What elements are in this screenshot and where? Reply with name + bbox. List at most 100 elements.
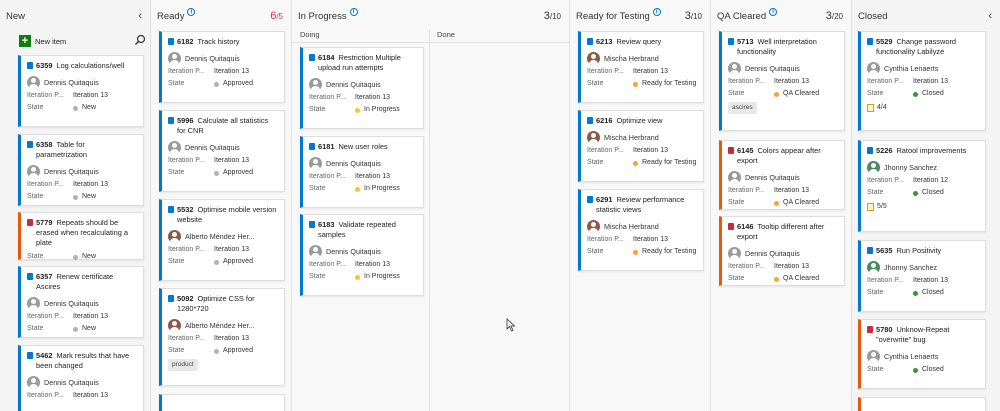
column-header-closed: Closed ‹ [858,10,992,22]
column-header-ready-for-testing: Ready for Testing i 3/10 [576,8,702,22]
card-6291[interactable]: 6291 Review performance statistic views M… [578,189,704,271]
avatar [168,52,181,65]
user-story-icon [587,117,593,124]
card-5996[interactable]: 5996 Calculate all statistics for CNR Den… [159,110,285,192]
chevron-left-icon[interactable]: ‹ [138,10,142,22]
search-icon[interactable] [134,34,146,46]
column-in-progress: In Progress i 3/10 Doing Done 6184 Restric… [292,0,569,411]
avatar [309,157,322,170]
task-count[interactable]: 5/5 [867,202,979,212]
user-story-icon [27,352,33,359]
state-dot [355,186,360,192]
card-5226[interactable]: 5226 Ratool improvements Jhonny Sanchez I… [858,140,986,232]
info-icon[interactable]: i [349,8,358,16]
user-story-icon [867,247,873,254]
column-header-new: New ‹ [0,0,150,32]
card-6216[interactable]: 6216 Optimize view Mischa Herbrand Iterat… [578,110,704,182]
card-partial[interactable] [858,397,986,411]
avatar [27,165,40,178]
user-story-icon [168,206,174,213]
bug-icon [728,147,734,154]
column-closed: Closed ‹ 5529 Change password functionali… [852,0,1000,411]
avatar [587,220,600,233]
info-icon[interactable]: i [187,8,196,16]
card-5529[interactable]: 5529 Change password functionality Labily… [858,31,986,131]
card-5713[interactable]: 5713 Well interpretation functionality De… [719,31,845,131]
kanban-board: New ‹ + New item 6359 Log calculations/we… [0,0,1000,411]
tasks-icon [867,203,874,211]
avatar [867,161,880,174]
state-dot [355,274,360,280]
tag[interactable]: ascires [728,102,757,114]
column-ready-for-testing: Ready for Testing i 3/10 6213 Review query… [570,0,710,411]
card-5779[interactable]: 5779 Repeats should be erased when recalc… [18,212,144,260]
bug-icon [867,326,873,333]
column-header-ready: Ready i 6/5 [157,8,283,22]
card-6358[interactable]: 6358 Table for parametrization Dennis Qui… [18,134,144,206]
state-dot [633,81,638,87]
card-5462[interactable]: 5462 Mark results that have been changed … [18,345,144,411]
info-icon[interactable]: i [652,8,661,16]
avatar [867,350,880,363]
card-5092[interactable]: 5092 Optimize CSS for 1280*720 Alberto Mé… [159,288,285,386]
card-5635[interactable]: 5635 Run Positivity Jhonny Sanchez Iterat… [858,240,986,312]
card-6184[interactable]: 6184 Restriction Multiple upload run atte… [300,47,424,129]
bug-icon [27,219,33,226]
plus-icon: + [19,35,31,47]
card-6213[interactable]: 6213 Review query Mischa Herbrand Iterati… [578,31,704,103]
avatar [728,62,741,75]
card-title: Log calculations/well [56,61,125,70]
card-6182[interactable]: 6182 Track history Dennis Quitaquis Itera… [159,31,285,103]
user-story-icon [168,295,174,302]
user-story-icon [27,141,33,148]
state-dot [913,190,918,196]
tasks-icon [867,104,874,112]
new-item-button[interactable]: + New item [19,35,66,47]
state-dot [913,91,918,97]
avatar [728,171,741,184]
card-partial[interactable] [159,394,285,411]
card-5780[interactable]: 5780 Unknow-Repeat "overwrite" bug Cynthi… [858,319,986,389]
card-6183[interactable]: 6183 Validate repeated samples Dennis Qui… [300,214,424,296]
card-6357[interactable]: 6357 Renew certificate Ascires Dennis Qui… [18,266,144,338]
card-6146[interactable]: 6146 Tooltip different after export Denni… [719,216,845,286]
avatar [168,319,181,332]
card-5532[interactable]: 5532 Optimise mobile version website Albe… [159,199,285,281]
user-story-icon [309,54,315,61]
task-count[interactable]: 4/4 [867,103,979,113]
state-dot [214,81,219,87]
column-header-qa-cleared: QA Cleared i 3/20 [717,8,843,22]
new-item-label: New item [35,36,67,46]
state-dot [73,254,78,260]
user-story-icon [168,38,174,45]
user-story-icon [168,117,174,124]
assignee: Dennis Quitaquis [44,77,99,87]
column-header-in-progress: In Progress i 3/10 [298,8,561,22]
state-dot [214,259,219,265]
wip-limit: 3/10 [543,10,561,22]
card-6359[interactable]: 6359 Log calculations/well Dennis Quitaqu… [18,55,144,127]
card-6181[interactable]: 6181 New user roles Dennis Quitaquis Iter… [300,136,424,208]
tag[interactable]: product [168,359,198,371]
state-dot [355,107,360,113]
user-story-icon [587,38,593,45]
column-qa-cleared: QA Cleared i 3/20 5713 Well interpretation… [711,0,851,411]
state-dot [913,367,918,373]
chevron-left-icon[interactable]: ‹ [988,10,992,22]
user-story-icon [728,38,734,45]
state-dot [774,200,779,206]
avatar [309,78,322,91]
avatar [867,62,880,75]
state-dot [214,348,219,354]
column-title: New [6,10,26,22]
state-dot [774,276,779,282]
avatar [867,261,880,274]
info-icon[interactable]: i [769,8,778,16]
card-6145[interactable]: 6145 Colors appear after export Dennis Qu… [719,140,845,210]
mouse-cursor-icon [506,318,516,332]
avatar [728,247,741,260]
state-dot [774,91,779,97]
user-story-icon [27,62,33,69]
avatar [587,52,600,65]
avatar [168,230,181,243]
